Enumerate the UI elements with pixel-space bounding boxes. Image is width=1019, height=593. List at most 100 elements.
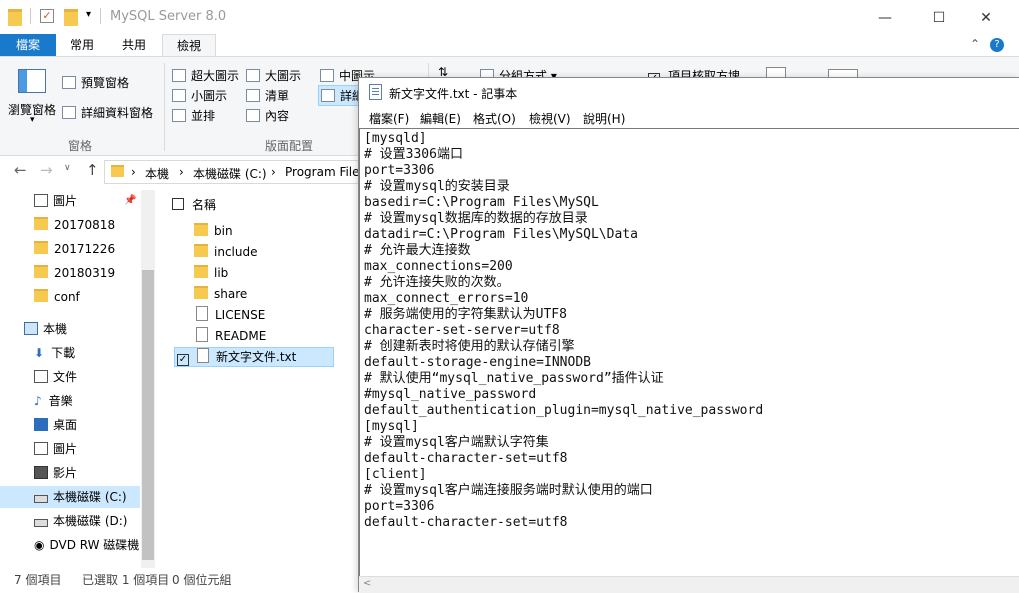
details-pane-label: 詳細資料窗格 (81, 106, 154, 120)
breadcrumb-this-pc[interactable]: 本機 (145, 165, 169, 182)
scroll-left-icon[interactable]: < (363, 578, 371, 589)
nav-item-pictures[interactable]: 圖片 (0, 438, 140, 460)
file-name: bin (214, 224, 233, 238)
breadcrumb-separator-icon[interactable]: › (271, 165, 276, 179)
nav-item-documents[interactable]: 文件 (0, 366, 140, 388)
notepad-text[interactable]: [mysqld] # 设置3306端口 port=3306 # 设置mysql的… (364, 131, 763, 531)
nav-item-music[interactable]: ♪ 音樂 (0, 390, 140, 412)
list-item[interactable]: README (174, 326, 326, 346)
details-pane-button[interactable]: 詳細資料窗格 (62, 104, 153, 121)
name-column-header[interactable]: 名稱 (172, 196, 216, 213)
folder-icon (194, 265, 208, 278)
layout-tiles[interactable]: 並排 (172, 107, 215, 124)
maximize-button[interactable]: ☐ (929, 10, 949, 26)
breadcrumb-local-disk-c[interactable]: 本機磁碟 (C:) (193, 165, 267, 182)
up-arrow-icon[interactable]: ↑ (86, 161, 99, 179)
nav-item-dvd-drive[interactable]: ◉ DVD RW 磁碟機 (0, 534, 140, 556)
details-pane-icon (62, 106, 76, 119)
folder-icon (194, 244, 208, 257)
pictures-icon (34, 194, 48, 207)
layout-label: 超大圖示 (191, 69, 240, 83)
menu-help[interactable]: 說明(H) (583, 110, 625, 127)
nav-label: 影片 (53, 466, 78, 480)
disc-icon: ◉ (34, 538, 45, 552)
tab-file[interactable]: 檔案 (0, 34, 56, 56)
list-item[interactable]: bin (174, 221, 324, 241)
titlebar-divider (100, 8, 101, 24)
nav-item-local-disk-c[interactable]: 本機磁碟 (C:) (0, 486, 140, 508)
menu-view[interactable]: 檢視(V) (529, 110, 571, 127)
help-icon[interactable]: ? (990, 38, 1004, 52)
navigation-pane-icon[interactable] (18, 69, 46, 93)
layout-content[interactable]: 內容 (246, 107, 289, 124)
new-folder-icon[interactable] (64, 9, 78, 26)
nav-item-20171226[interactable]: 20171226 (0, 238, 140, 260)
tab-share[interactable]: 共用 (108, 34, 160, 56)
forward-arrow-icon[interactable]: → (40, 161, 53, 179)
list-icon (246, 89, 260, 102)
tab-view[interactable]: 檢視 (162, 34, 216, 57)
nav-label: 文件 (53, 370, 78, 384)
notepad-horizontal-scrollbar[interactable]: < (359, 576, 1019, 593)
desktop-icon (34, 418, 48, 431)
quick-access-dropdown-icon[interactable]: ▾ (86, 9, 91, 20)
list-item[interactable]: LICENSE (174, 305, 326, 325)
file-name: lib (214, 266, 229, 280)
file-name: LICENSE (215, 308, 266, 322)
close-button[interactable]: ✕ (976, 10, 996, 26)
notepad-editor[interactable]: [mysqld] # 设置3306端口 port=3306 # 设置mysql的… (359, 128, 1019, 578)
nav-item-pictures-pinned[interactable]: 圖片 📌 (0, 190, 140, 212)
item-count: 7 個項目 (14, 573, 62, 587)
minimize-button[interactable]: — (875, 10, 895, 26)
layout-extra-large-icons[interactable]: 超大圖示 (172, 67, 239, 84)
layout-large-icons[interactable]: 大圖示 (246, 67, 301, 84)
back-arrow-icon[interactable]: ← (14, 161, 27, 179)
folder-icon (34, 241, 48, 254)
nav-item-conf[interactable]: conf (0, 286, 140, 308)
breadcrumb-separator-icon[interactable]: › (179, 165, 184, 179)
folder-icon (194, 223, 208, 236)
folder-icon[interactable] (8, 9, 22, 26)
nav-item-20180319[interactable]: 20180319 (0, 262, 140, 284)
layout-label: 並排 (191, 109, 216, 123)
layout-small-icons[interactable]: 小圖示 (172, 87, 227, 104)
titlebar-divider (30, 8, 31, 24)
file-name: 新文字文件.txt (216, 350, 297, 364)
chevron-down-icon[interactable]: ▾ (30, 115, 35, 125)
file-icon (196, 327, 208, 342)
nav-scrollbar-thumb[interactable] (142, 270, 154, 560)
layout-label: 內容 (265, 109, 290, 123)
file-name: share (214, 287, 248, 301)
nav-item-this-pc[interactable]: 本機 (0, 318, 140, 340)
list-item[interactable]: lib (174, 263, 324, 283)
drive-icon (34, 519, 48, 527)
ribbon-collapse-icon[interactable]: ⌃ (970, 37, 980, 51)
breadcrumb-program-files[interactable]: Program Files (285, 165, 366, 179)
nav-item-desktop[interactable]: 桌面 (0, 414, 140, 436)
address-bar[interactable]: › 本機 › 本機磁碟 (C:) › Program Files (104, 160, 366, 184)
pin-icon[interactable]: 📌 (124, 190, 136, 212)
layout-list[interactable]: 清單 (246, 87, 289, 104)
nav-item-videos[interactable]: 影片 (0, 462, 140, 484)
list-item[interactable]: include (174, 242, 324, 262)
nav-label: conf (54, 290, 80, 304)
list-item[interactable]: share (174, 284, 324, 304)
small-icons-icon (172, 89, 186, 102)
properties-icon[interactable]: ✓ (40, 9, 54, 23)
menu-format[interactable]: 格式(O) (473, 110, 516, 127)
preview-pane-button[interactable]: 預覽窗格 (62, 74, 129, 91)
checkbox-icon[interactable]: ✓ (177, 354, 189, 366)
select-all-checkbox[interactable] (172, 198, 184, 210)
nav-item-downloads[interactable]: ⬇ 下載 (0, 342, 140, 364)
menu-edit[interactable]: 編輯(E) (420, 110, 461, 127)
tab-home[interactable]: 常用 (58, 34, 106, 56)
menu-file[interactable]: 檔案(F) (369, 110, 409, 127)
medium-icons-icon (320, 69, 334, 82)
nav-item-20170818[interactable]: 20170818 (0, 214, 140, 236)
breadcrumb-separator-icon[interactable]: › (131, 165, 136, 179)
computer-icon (24, 322, 38, 335)
nav-item-local-disk-d[interactable]: 本機磁碟 (D:) (0, 510, 140, 532)
list-item-selected[interactable]: ✓ 新文字文件.txt (174, 347, 334, 367)
nav-label: 本機磁碟 (C:) (53, 490, 127, 504)
recent-locations-icon[interactable]: ∨ (64, 163, 71, 173)
